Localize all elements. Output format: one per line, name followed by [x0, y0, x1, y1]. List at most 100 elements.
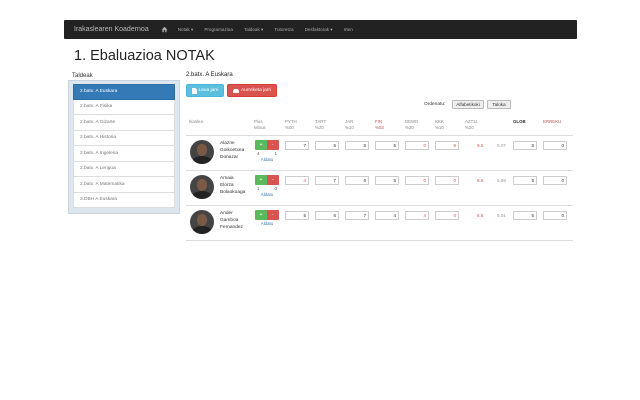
grade-input-tart[interactable]: 6 — [315, 211, 339, 220]
grade-input-fin[interactable]: 5 — [375, 141, 399, 150]
grade-input-demo[interactable]: 4 — [405, 211, 429, 220]
plus-button[interactable]: + — [255, 175, 267, 185]
edit-link[interactable]: Aldatu — [255, 157, 279, 162]
group-item[interactable]: 2.batx. A Euskara — [73, 84, 175, 100]
student-first-name: Ander — [220, 211, 233, 216]
edit-link[interactable]: Aldatu — [255, 192, 279, 197]
plus-count: 1 — [257, 186, 260, 191]
minus-button[interactable]: - — [267, 140, 279, 150]
group-item[interactable]: 2.batx. A Fisika — [73, 99, 175, 115]
grade-input-demo[interactable]: 0 — [405, 141, 429, 150]
azt-value: 6.6 — [477, 178, 484, 183]
home-icon[interactable] — [161, 26, 168, 33]
clear-button[interactable]: Aurreketa jarri — [227, 84, 277, 97]
col-glob: GLOB — [513, 119, 526, 124]
col-tart: TART %20 — [315, 119, 326, 131]
student-surname-1: Gamboa — [220, 218, 239, 223]
group-list: 2.batx. A Euskara 2.batx. A Fisika 2.bat… — [73, 84, 175, 208]
grade-input-demo[interactable]: 0 — [405, 176, 429, 185]
nav-irten[interactable]: Irten — [344, 27, 353, 32]
table-row: Ander Gamboa Fernandez + - Aldatu 5 6 7 … — [186, 206, 573, 241]
grade-input-kkk[interactable]: 0 — [435, 211, 459, 220]
grade-input-jar[interactable]: 5 — [345, 141, 369, 150]
col-jar: JAR %10 — [345, 119, 354, 131]
grades-table: Ikaslea Plus Minus PYTH %00 TART %20 JAR… — [186, 112, 573, 241]
col-kkk-weight: %10 — [435, 125, 444, 130]
group-item[interactable]: 2.batx. A Gizarte — [73, 115, 175, 131]
nav-taldeak[interactable]: Taldeak ▾ — [244, 27, 263, 33]
car-icon — [232, 89, 239, 93]
nav-programazioa[interactable]: Programazioa — [204, 27, 233, 32]
erreku-input[interactable]: 0 — [543, 176, 567, 185]
col-minus-label: Minus — [254, 125, 266, 130]
student-name: Ander Gamboa Fernandez — [220, 210, 243, 231]
glob-input[interactable]: 5 — [513, 176, 537, 185]
plus-minus-control: + - 1 0 Aldatu — [255, 175, 279, 197]
student-surname-2: Bolaokoaga — [220, 190, 246, 195]
student-name: Amaia Elorza Bolaokoaga — [220, 175, 245, 196]
grade-input-fin[interactable]: 5 — [375, 176, 399, 185]
avatar — [190, 140, 214, 164]
student-surname-1: Elorza — [220, 183, 234, 188]
page-title: 1. Ebaluazioa NOTAK — [74, 48, 215, 64]
grade-input-jar[interactable]: 6 — [345, 176, 369, 185]
glob-value: 5.01 — [497, 213, 506, 218]
student-first-name: Amaia — [220, 176, 234, 181]
grade-input-jar[interactable]: 7 — [345, 211, 369, 220]
group-item[interactable]: 2.batx. A Ingelesa — [73, 146, 175, 162]
grade-input-tart[interactable]: 5 — [315, 141, 339, 150]
clear-button-label: Aurreketa jarri — [240, 88, 272, 93]
grade-input-tart[interactable]: 7 — [315, 176, 339, 185]
col-demo: DEMO %20 — [405, 119, 418, 131]
grade-input-kkk[interactable]: 8 — [435, 141, 459, 150]
erreku-input[interactable]: 0 — [543, 141, 567, 150]
edit-link[interactable]: Aldatu — [255, 221, 279, 226]
nav-desfaktorak[interactable]: Desfaktorak ▾ — [305, 27, 333, 33]
avatar — [190, 210, 214, 234]
table-row: Amaia Elorza Bolaokoaga + - 1 0 Aldatu 4… — [186, 171, 573, 206]
table-row: Alazne Goikoetxea Donazar + - 4 1 Aldatu… — [186, 136, 573, 171]
sidebar-heading: Taldeak — [72, 73, 93, 79]
erreku-input[interactable]: 0 — [543, 211, 567, 220]
minus-button[interactable]: - — [267, 210, 279, 220]
avatar — [190, 175, 214, 199]
grade-input-pyth[interactable]: 7 — [285, 141, 309, 150]
nav-notak[interactable]: Notak ▾ — [178, 27, 194, 33]
group-item[interactable]: 2.batx. A Historia — [73, 130, 175, 146]
plus-minus-control: + - 4 1 Aldatu — [255, 140, 279, 162]
grade-input-pyth[interactable]: 5 — [285, 211, 309, 220]
plus-button[interactable]: + — [255, 140, 267, 150]
col-azt-weight: %20 — [465, 125, 474, 130]
save-button[interactable]: Laua jarri — [186, 84, 224, 97]
grade-input-fin[interactable]: 4 — [375, 211, 399, 220]
sort-alphabetical-button[interactable]: Alfabetikoki — [452, 100, 484, 109]
col-ikaslea: Ikaslea — [189, 119, 203, 124]
nav-tutoretza[interactable]: Tutoretza — [274, 27, 293, 32]
col-tart-weight: %20 — [315, 125, 324, 130]
group-item[interactable]: 2.batx. A Lengua — [73, 161, 175, 177]
glob-input[interactable]: 5 — [513, 141, 537, 150]
minus-button[interactable]: - — [267, 175, 279, 185]
glob-value: 5.07 — [497, 143, 506, 148]
azt-value: 6.6 — [477, 143, 484, 148]
group-item[interactable]: 3.DBH A Euskara — [73, 192, 175, 208]
grade-input-kkk[interactable]: 0 — [435, 176, 459, 185]
minus-count: 1 — [274, 151, 277, 156]
plus-minus-control: + - Aldatu — [255, 210, 279, 226]
student-surname-1: Goikoetxea — [220, 148, 245, 153]
col-kkk: KKK %10 — [435, 119, 444, 131]
minus-count: 0 — [274, 186, 277, 191]
glob-value: 5.69 — [497, 178, 506, 183]
group-item[interactable]: 2.batx. A Matematika — [73, 177, 175, 193]
student-name: Alazne Goikoetxea Donazar — [220, 140, 244, 161]
plus-button[interactable]: + — [255, 210, 267, 220]
col-azt: AZT11 %20 — [465, 119, 478, 131]
col-fin: FIN %03 — [375, 119, 384, 131]
azt-value: 6.6 — [477, 213, 484, 218]
col-erreku: ERREKU — [543, 119, 562, 124]
brand-link[interactable]: Irakaslearen Koadernoa — [74, 26, 149, 33]
glob-input[interactable]: 5 — [513, 211, 537, 220]
grade-input-pyth[interactable]: 4 — [285, 176, 309, 185]
sort-table-button[interactable]: Taloka — [487, 100, 511, 109]
file-icon — [191, 87, 197, 94]
